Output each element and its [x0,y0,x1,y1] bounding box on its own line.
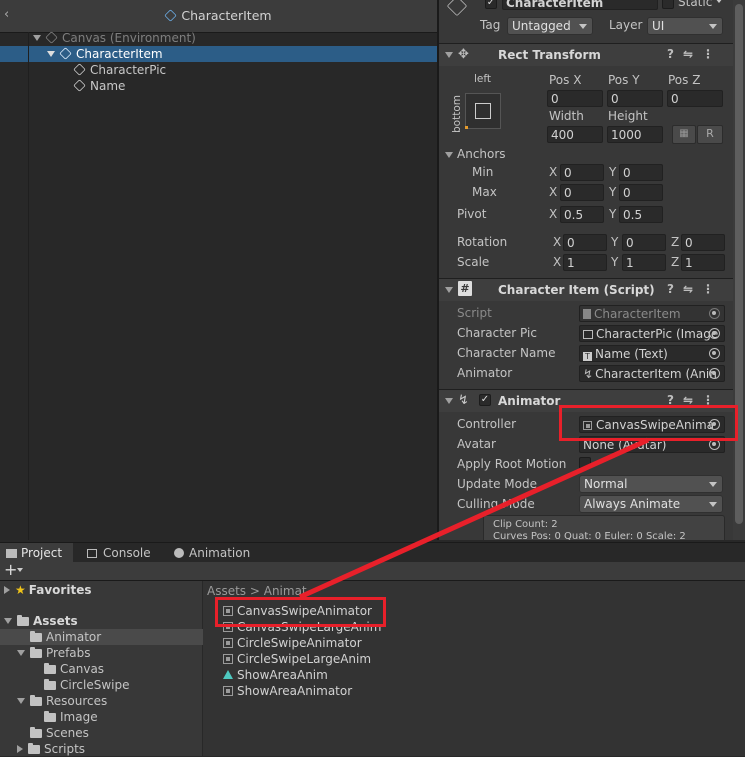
annotation-line [298,437,650,600]
annotation-arrow [298,437,650,600]
